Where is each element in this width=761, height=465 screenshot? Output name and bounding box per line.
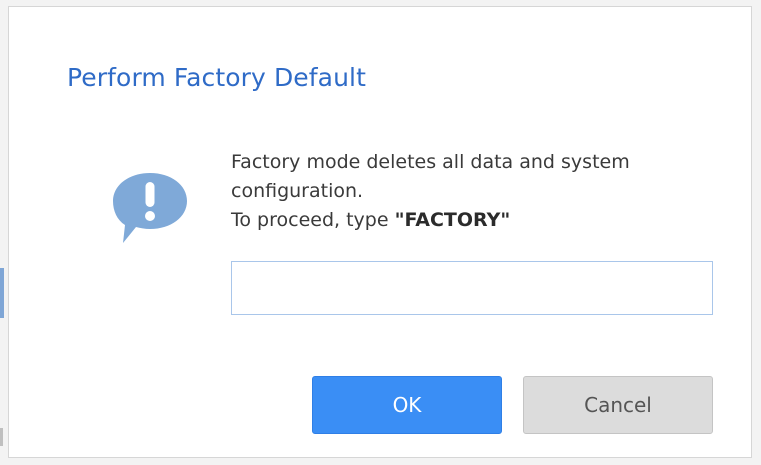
message-line-3: To proceed, type "FACTORY" — [231, 206, 721, 235]
factory-default-dialog: Perform Factory Default Factory mode del… — [8, 6, 752, 458]
message-prefix: To proceed, type — [231, 209, 395, 231]
dialog-title: Perform Factory Default — [67, 63, 366, 92]
cancel-button-label: Cancel — [584, 393, 652, 417]
exclamation-speech-bubble-icon — [113, 173, 187, 243]
backdrop-scrollbar — [0, 428, 3, 446]
warning-message: Factory mode deletes all data and system… — [231, 148, 721, 235]
cancel-button[interactable]: Cancel — [523, 376, 713, 434]
backdrop-accent — [0, 268, 4, 318]
message-line-1: Factory mode deletes all data and system — [231, 151, 630, 173]
ok-button-label: OK — [392, 393, 422, 417]
ok-button[interactable]: OK — [312, 376, 502, 434]
message-line-2: configuration. — [231, 180, 364, 202]
factory-keyword: "FACTORY" — [394, 209, 511, 231]
confirmation-input[interactable] — [231, 261, 713, 315]
